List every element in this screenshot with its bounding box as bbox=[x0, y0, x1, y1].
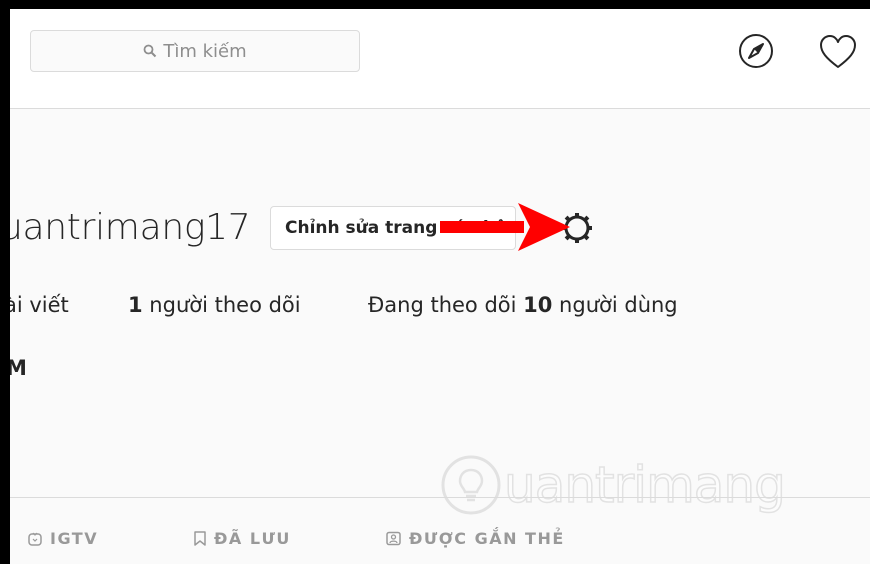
top-header: Tìm kiếm bbox=[10, 9, 870, 109]
search-input[interactable]: Tìm kiếm bbox=[30, 30, 360, 72]
igtv-icon bbox=[28, 532, 42, 546]
search-icon bbox=[143, 44, 157, 58]
lightbulb-icon bbox=[441, 455, 501, 515]
tabs-divider bbox=[10, 497, 870, 498]
tab-saved[interactable]: ĐÃ LƯU bbox=[194, 529, 291, 548]
search-placeholder: Tìm kiếm bbox=[163, 40, 247, 62]
following-number: 10 bbox=[523, 293, 553, 317]
following-count[interactable]: Đang theo dõi 10 người dùng bbox=[368, 293, 678, 317]
following-suffix: người dùng bbox=[552, 293, 678, 317]
watermark-text: uantrimang bbox=[503, 455, 786, 515]
profile-section: uantrimang17 Chỉnh sửa trang cá nhân ài … bbox=[0, 109, 870, 564]
heart-icon[interactable] bbox=[818, 34, 858, 70]
tag-icon bbox=[386, 531, 401, 546]
watermark-logo: uantrimang bbox=[440, 454, 787, 516]
tab-igtv[interactable]: IGTV bbox=[28, 529, 98, 548]
tab-tagged[interactable]: ĐƯỢC GẮN THẺ bbox=[386, 529, 565, 548]
tab-tagged-label: ĐƯỢC GẮN THẺ bbox=[409, 529, 565, 548]
posts-label: ài viết bbox=[4, 293, 69, 317]
followers-label: người theo dõi bbox=[142, 293, 301, 317]
followers-count[interactable]: 1 người theo dõi bbox=[128, 293, 301, 317]
tab-saved-label: ĐÃ LƯU bbox=[214, 529, 291, 548]
instagram-profile-page: Tìm kiếm uantrimang17 Chỉnh sửa trang cá… bbox=[0, 0, 870, 564]
profile-username: uantrimang17 bbox=[0, 207, 251, 248]
followers-number: 1 bbox=[128, 293, 143, 317]
posts-count[interactable]: ài viết bbox=[4, 293, 69, 317]
screen-border-left bbox=[0, 0, 10, 564]
compass-icon[interactable] bbox=[738, 33, 774, 69]
following-prefix: Đang theo dõi bbox=[368, 293, 524, 317]
screen-border-top bbox=[0, 0, 870, 9]
tab-igtv-label: IGTV bbox=[50, 529, 99, 548]
bookmark-icon bbox=[194, 531, 206, 546]
red-arrow-annotation bbox=[440, 203, 570, 251]
